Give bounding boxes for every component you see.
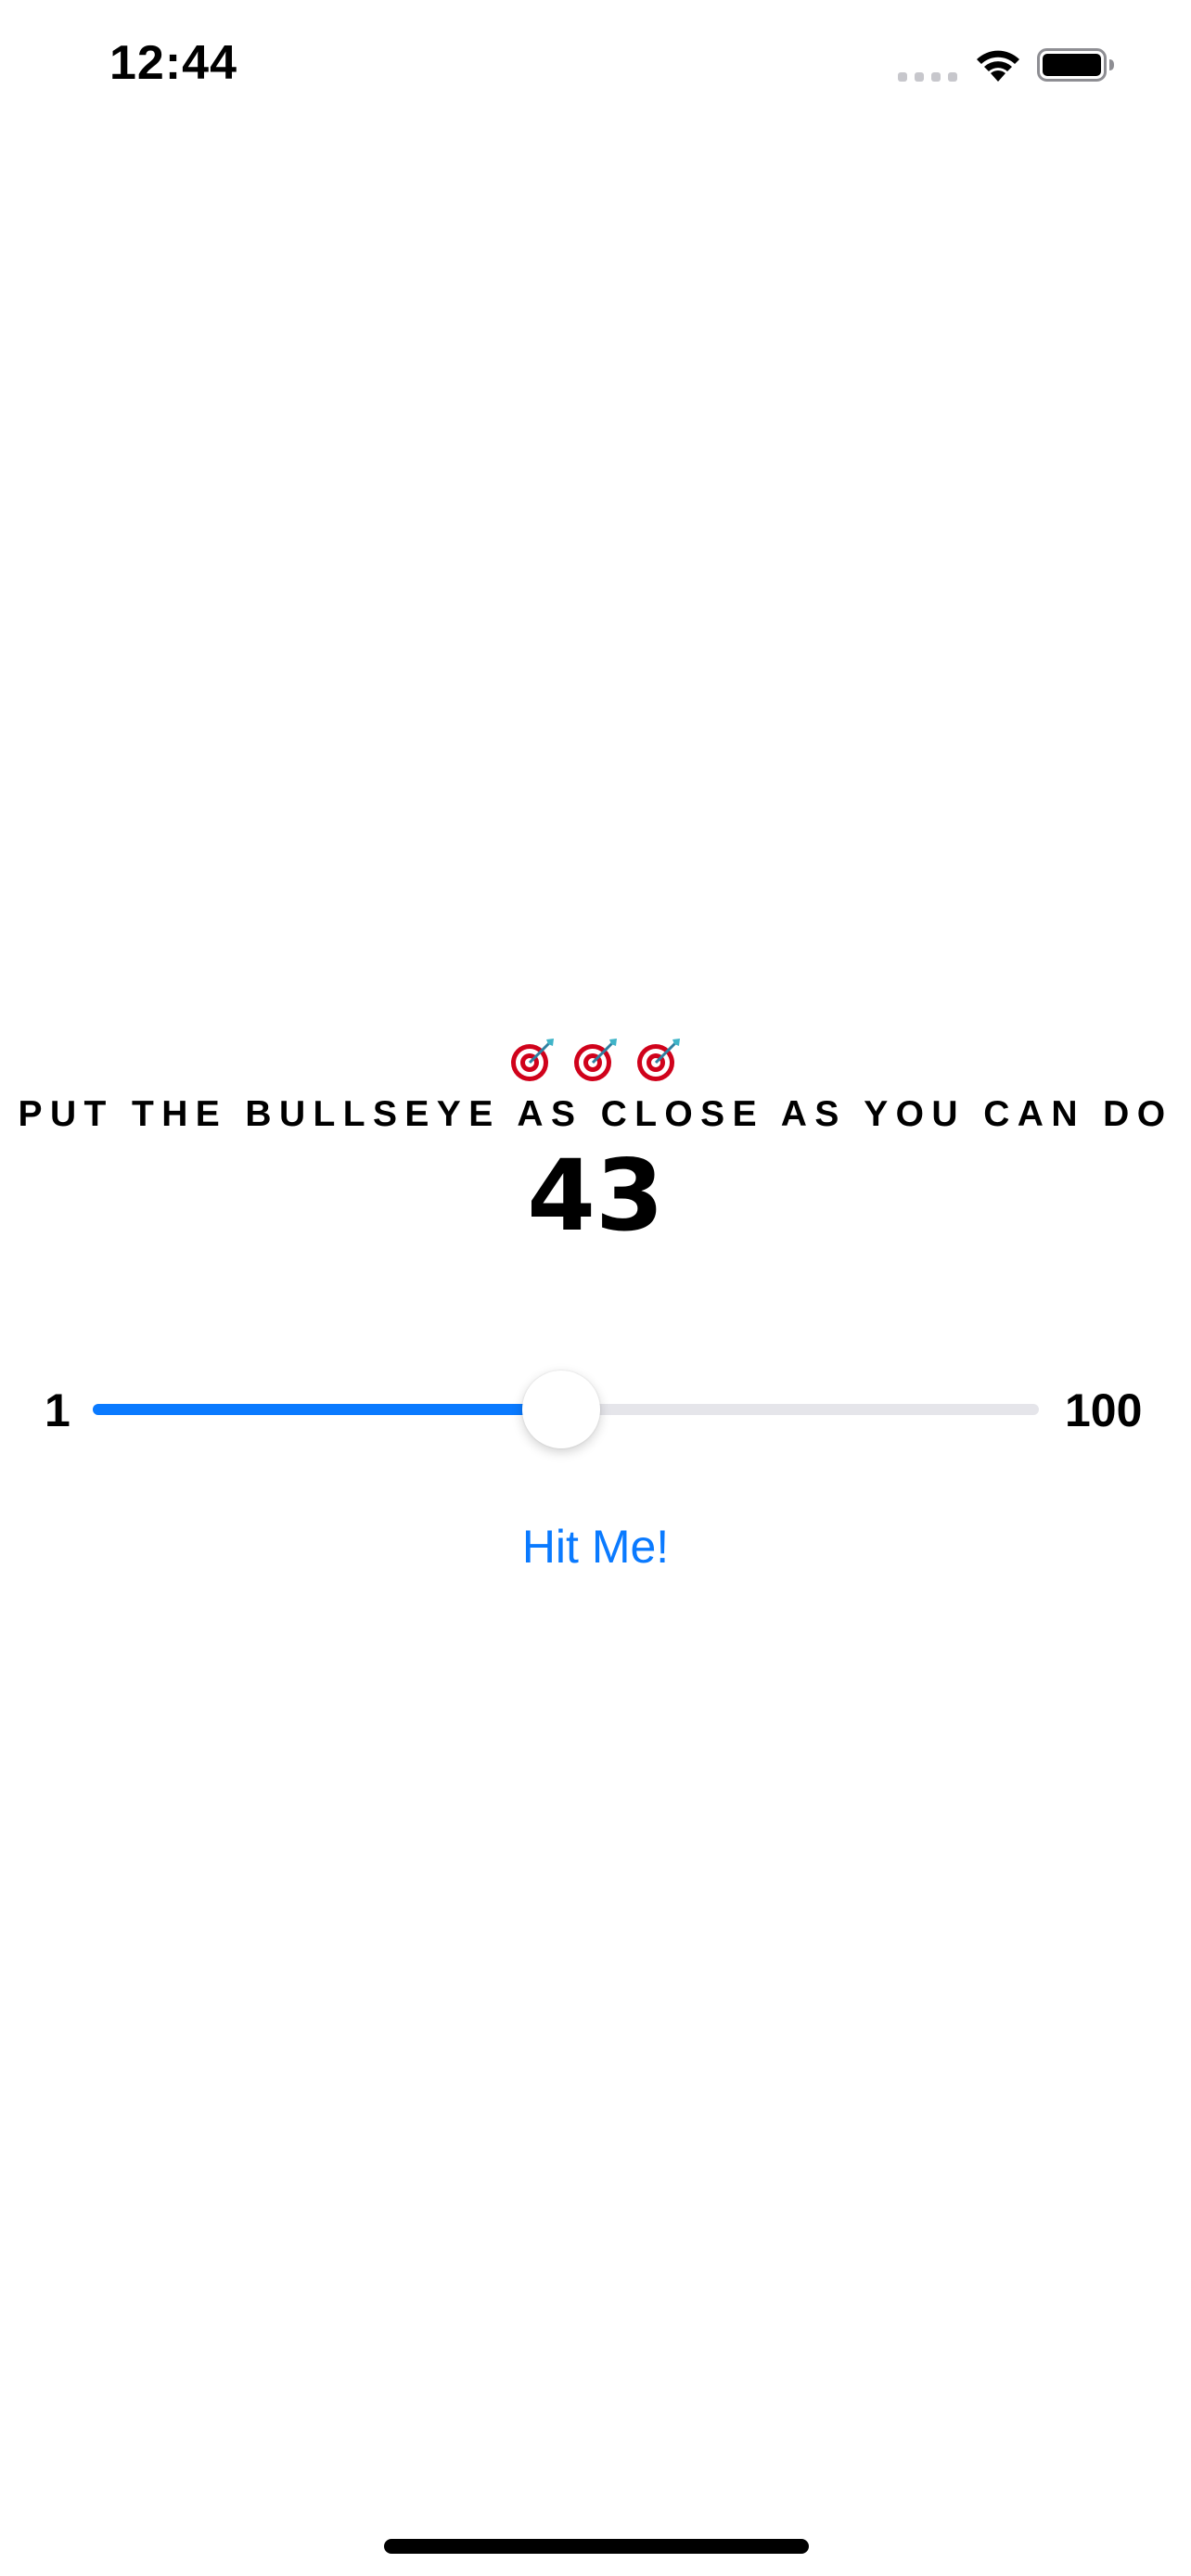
status-time: 12:44 [109, 36, 237, 90]
home-indicator [384, 2539, 809, 2554]
status-bar: 12:44 [0, 0, 1191, 139]
target-icons-row [0, 1037, 1191, 1092]
target-value: 43 [527, 1139, 664, 1253]
target-icon [511, 1039, 554, 1081]
hit-me-button[interactable]: Hit Me! [456, 1510, 735, 1584]
signal-icon [898, 72, 957, 82]
wifi-icon [977, 50, 1019, 82]
status-icons [898, 43, 1121, 89]
target-icon [574, 1039, 617, 1081]
slider-thumb[interactable] [521, 1371, 600, 1448]
slider-max-label: 100 [1065, 1384, 1143, 1436]
battery-icon [1037, 48, 1114, 82]
guess-slider-row: 1 100 [0, 1363, 1191, 1456]
slider-fill [93, 1404, 561, 1415]
slider-min-label: 1 [45, 1384, 70, 1436]
instruction-text: PUT THE BULLSEYE AS CLOSE AS YOU CAN DO [18, 1094, 1173, 1134]
target-icon [637, 1039, 680, 1081]
